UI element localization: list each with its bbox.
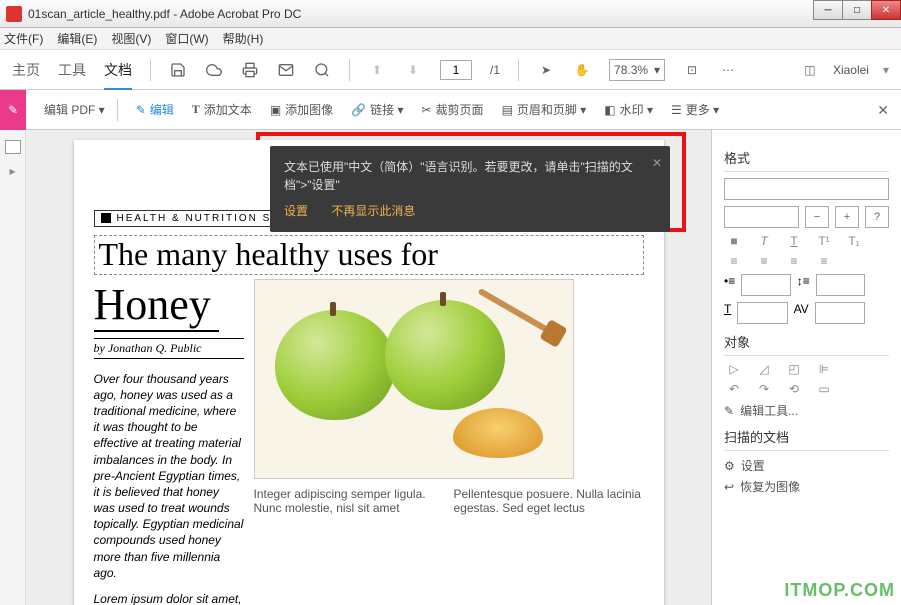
hand-icon[interactable]: ✋: [573, 61, 591, 79]
textcolor-select[interactable]: [737, 302, 787, 324]
flip-h-icon[interactable]: ▷: [724, 362, 744, 376]
object-heading: 对象: [724, 332, 889, 356]
replace-icon[interactable]: ⟲: [784, 382, 804, 396]
textcolor-icon[interactable]: T: [724, 302, 731, 324]
app-icon: [6, 6, 22, 22]
plus-button[interactable]: +: [835, 206, 859, 228]
spacing-icon[interactable]: AV: [794, 302, 809, 324]
article-para1[interactable]: Over four thousand years ago, honey was …: [94, 371, 244, 581]
help-icon[interactable]: ?: [865, 206, 889, 228]
edit-button[interactable]: ✎编辑: [136, 101, 174, 118]
subscript-icon[interactable]: T₁: [844, 234, 864, 248]
addtext-button[interactable]: T添加文本: [192, 101, 252, 118]
flip-v-icon[interactable]: ◿: [754, 362, 774, 376]
headerfooter-button[interactable]: ▤页眉和页脚 ▾: [502, 101, 587, 118]
page-down-icon[interactable]: ⬇: [404, 61, 422, 79]
zoom-select[interactable]: 78.3%▾: [609, 59, 665, 81]
editpdf-dropdown[interactable]: 编辑 PDF ▾: [44, 101, 105, 118]
toast-close-icon[interactable]: ✕: [652, 154, 662, 172]
user-icon[interactable]: ◫: [801, 61, 819, 79]
article-para2[interactable]: Lorem ipsum dolor sit amet, consectetur …: [94, 591, 244, 605]
tab-home[interactable]: 主页: [12, 60, 40, 80]
bold-icon[interactable]: T: [754, 234, 774, 248]
restore-image-link[interactable]: ↩ 恢复为图像: [724, 478, 889, 495]
menu-help[interactable]: 帮助(H): [223, 30, 264, 47]
addimage-button[interactable]: ▣添加图像: [270, 101, 333, 118]
rotate-r-icon[interactable]: ↷: [754, 382, 774, 396]
scan-settings-link[interactable]: ⚙ 设置: [724, 457, 889, 474]
cloud-icon[interactable]: [205, 61, 223, 79]
link-button[interactable]: 🔗链接 ▾: [351, 101, 403, 118]
toast-settings-link[interactable]: 设置: [284, 204, 308, 218]
watermark-text: ITMOP.COM: [784, 580, 895, 601]
toast-dontshow-link[interactable]: 不再显示此消息: [331, 204, 415, 218]
mail-icon[interactable]: [277, 61, 295, 79]
align-right-icon[interactable]: ≡: [784, 254, 804, 268]
tab-tools[interactable]: 工具: [58, 60, 86, 80]
col2-text[interactable]: Integer adipiscing semper ligula. Nunc m…: [254, 487, 444, 515]
print-icon[interactable]: [241, 61, 259, 79]
crop-obj-icon[interactable]: ◰: [784, 362, 804, 376]
align-left-icon[interactable]: ≡: [724, 254, 744, 268]
watermark-button[interactable]: ◧水印 ▾: [604, 101, 653, 118]
spacing-select[interactable]: [815, 302, 865, 324]
align-justify-icon[interactable]: ≡: [814, 254, 834, 268]
fit-icon[interactable]: ⊡: [683, 61, 701, 79]
menu-edit[interactable]: 编辑(E): [57, 30, 97, 47]
align-center-icon[interactable]: ≡: [754, 254, 774, 268]
window-title: 01scan_article_healthy.pdf - Adobe Acrob…: [28, 7, 301, 21]
tab-document[interactable]: 文档: [104, 60, 132, 90]
close-button[interactable]: ✕: [871, 0, 901, 20]
ocr-toast: 文本已使用"中文（简体）"语言识别。若要更改，请单击"扫描的文档">"设置" 设…: [270, 146, 670, 232]
col3-text[interactable]: Pellentesque posuere. Nulla lacinia eges…: [454, 487, 644, 515]
page-up-icon[interactable]: ⬆: [368, 61, 386, 79]
underline-icon[interactable]: T: [784, 234, 804, 248]
article-image[interactable]: [254, 279, 574, 479]
scanned-heading: 扫描的文档: [724, 427, 889, 451]
menu-window[interactable]: 窗口(W): [165, 30, 208, 47]
toolbar-close-icon[interactable]: ✕: [877, 102, 889, 119]
thumbnails-icon[interactable]: [5, 140, 21, 154]
menu-view[interactable]: 视图(V): [111, 30, 151, 47]
color-swatch[interactable]: ■: [724, 234, 744, 248]
editpdf-sidebar-icon[interactable]: ✎: [0, 90, 26, 130]
bullets-icon[interactable]: •≡: [724, 274, 735, 296]
maximize-button[interactable]: □: [842, 0, 872, 20]
user-name[interactable]: Xiaolei: [833, 63, 869, 77]
minimize-button[interactable]: ─: [813, 0, 843, 20]
page-total: /1: [490, 63, 500, 77]
pointer-icon[interactable]: ➤: [537, 61, 555, 79]
minus-button[interactable]: −: [805, 206, 829, 228]
edittools-link[interactable]: ✎ 编辑工具...: [724, 402, 889, 419]
crop-button[interactable]: ✂裁剪页面: [421, 101, 483, 118]
page-input[interactable]: [440, 60, 472, 80]
font-select[interactable]: [724, 178, 889, 200]
superscript-icon[interactable]: T¹: [814, 234, 834, 248]
size-select[interactable]: [724, 206, 799, 228]
bullets-select[interactable]: [741, 274, 791, 296]
more-icon[interactable]: ⋯: [719, 61, 737, 79]
search-icon[interactable]: [313, 61, 331, 79]
arrange-icon[interactable]: ▭: [814, 382, 834, 396]
article-title[interactable]: Honey: [94, 279, 219, 332]
align-obj-icon[interactable]: ⊫: [814, 362, 834, 376]
more-button[interactable]: ☰更多 ▾: [671, 101, 719, 118]
sidebar-expand-icon[interactable]: ▸: [0, 164, 25, 178]
save-icon[interactable]: [169, 61, 187, 79]
menu-file[interactable]: 文件(F): [4, 30, 43, 47]
lineheight-select[interactable]: [816, 274, 866, 296]
article-byline[interactable]: by Jonathan Q. Public: [94, 338, 244, 359]
lineheight-icon[interactable]: ↕≡: [797, 274, 810, 296]
article-headline[interactable]: The many healthy uses for: [94, 235, 644, 275]
rotate-l-icon[interactable]: ↶: [724, 382, 744, 396]
text-style-row: ■ T T T¹ T₁: [724, 234, 889, 248]
toast-message: 文本已使用"中文（简体）"语言识别。若要更改，请单击"扫描的文档">"设置": [284, 158, 644, 194]
format-heading: 格式: [724, 148, 889, 172]
